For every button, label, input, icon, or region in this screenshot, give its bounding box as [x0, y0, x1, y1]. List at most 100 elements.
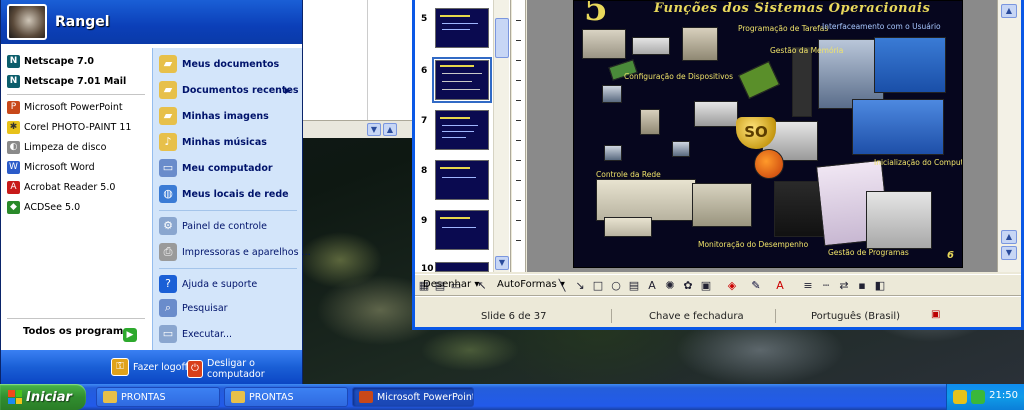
textbox-icon[interactable]: ▤: [627, 279, 641, 293]
status-language: Português (Brasil): [811, 311, 901, 322]
font-color-icon[interactable]: A: [773, 279, 787, 293]
place-my-pictures[interactable]: ▰ Minhas imagens: [159, 106, 269, 126]
avatar[interactable]: [7, 4, 47, 40]
arrow-icon[interactable]: ↘: [573, 279, 587, 293]
monitor-image: [602, 85, 622, 103]
start-item-powerpoint[interactable]: P Microsoft PowerPoint: [7, 98, 123, 116]
recent-documents-icon: ▰: [159, 81, 177, 99]
chevron-up-icon[interactable]: ▲: [1001, 230, 1017, 244]
computer-icon: ▭: [159, 159, 177, 177]
place-control-panel[interactable]: ⚙ Painel de controle: [159, 216, 267, 236]
picture-icon[interactable]: ▣: [699, 279, 713, 293]
3d-style-icon[interactable]: ◧: [873, 279, 887, 293]
network-computer-image: [672, 141, 690, 157]
place-my-documents[interactable]: ▰ Meus documentos: [159, 54, 279, 74]
spellcheck-icon[interactable]: ▣: [931, 309, 940, 320]
start-item-acrobat[interactable]: A Acrobat Reader 5.0: [7, 178, 115, 196]
start-label: Iniciar: [26, 389, 72, 405]
place-printers[interactable]: ⎙ Impressoras e aparelhos ...: [159, 242, 311, 262]
slide-vertical-scrollbar[interactable]: ▲ ▲ ▼: [997, 0, 1021, 272]
slide-thumbnail-8[interactable]: [435, 160, 489, 200]
chevron-down-icon[interactable]: ▼: [495, 256, 509, 270]
start-menu: Rangel N Netscape 7.0 N Netscape 7.01 Ma…: [0, 0, 311, 384]
scrollbar-thumb[interactable]: [495, 18, 509, 58]
slide-thumbnail-10[interactable]: [435, 262, 489, 272]
logoff-button[interactable]: ⚿ Fazer logoff: [111, 358, 188, 376]
computer-image: [682, 27, 718, 61]
all-programs-button[interactable]: Todos os programas: [23, 326, 136, 337]
slide-number: 8: [421, 166, 428, 176]
rectangle-icon[interactable]: □: [591, 279, 605, 293]
tape-image: [792, 47, 812, 117]
start-item-disk-cleanup[interactable]: ◐ Limpeza de disco: [7, 138, 106, 156]
draw-menu[interactable]: Desenhar ▾: [423, 279, 479, 290]
network-tray-icon[interactable]: [953, 390, 967, 404]
chevron-right-icon: ▶: [284, 85, 291, 95]
start-item-netscape-mail[interactable]: N Netscape 7.01 Mail: [7, 72, 126, 90]
slide[interactable]: 5 Funções dos Sistemas Operacionais SO P…: [573, 0, 963, 268]
start-menu-programs: N Netscape 7.0 N Netscape 7.01 Mail P Mi…: [1, 48, 151, 350]
taskbar-button-powerpoint[interactable]: Microsoft PowerPoint ...: [352, 387, 474, 407]
shadow-icon[interactable]: ▪: [855, 279, 869, 293]
window-bottom-bar: ▼ ▲: [301, 120, 413, 138]
place-recent-documents[interactable]: ▰ Documentos recentes ▶: [159, 80, 299, 100]
line-style-icon[interactable]: ≡: [801, 279, 815, 293]
chevron-down-icon[interactable]: ▼: [1001, 246, 1017, 260]
shutdown-button[interactable]: ⏻ Desligar o computador: [187, 358, 302, 380]
select-pointer-icon[interactable]: ↖: [475, 279, 489, 293]
security-tray-icon[interactable]: [971, 390, 985, 404]
slide-number: 5: [421, 14, 428, 24]
taskbar-button-prontas-2[interactable]: PRONTAS: [224, 387, 348, 407]
chevron-down-icon[interactable]: ▼: [367, 123, 381, 136]
dialog-window-image: [604, 217, 652, 237]
start-item-photopaint[interactable]: ✱ Corel PHOTO-PAINT 11: [7, 118, 131, 136]
line-icon[interactable]: ╲: [555, 279, 569, 293]
slide-thumbnail-5[interactable]: [435, 8, 489, 48]
line-color-icon[interactable]: ✎: [749, 279, 763, 293]
chevron-up-icon[interactable]: ▲: [1001, 4, 1017, 18]
place-run[interactable]: ▭ Executar...: [159, 324, 232, 344]
start-button[interactable]: Iniciar: [0, 384, 86, 410]
status-slide: Slide 6 de 37: [481, 311, 547, 322]
place-my-computer[interactable]: ▭ Meu computador: [159, 158, 273, 178]
slides-pane[interactable]: 5 6 7 8 9 10 ▼: [415, 0, 511, 274]
slide-thumbnail-9[interactable]: [435, 210, 489, 250]
powerpoint-window[interactable]: 5 6 7 8 9 10 ▼ 5 Funções dos Sistemas Op…: [412, 0, 1024, 330]
key-icon: ⚿: [111, 358, 129, 376]
start-item-word[interactable]: W Microsoft Word: [7, 158, 95, 176]
memory-chip-image: [738, 61, 780, 99]
drawing-toolbar: ▦ ▤ ▭ Desenhar ▾ ↖ AutoFormas ▾ ╲ ↘ □ ○ …: [415, 274, 1021, 296]
oval-icon[interactable]: ○: [609, 279, 623, 293]
folder-icon: [231, 391, 245, 403]
slide-thumbnail-6[interactable]: [432, 57, 492, 103]
slide-number: 7: [421, 116, 428, 126]
scanner-image: [632, 37, 670, 55]
chevron-double-up-icon[interactable]: ▲: [383, 123, 397, 136]
place-network[interactable]: ◍ Meus locais de rede: [159, 184, 289, 204]
start-item-acdsee[interactable]: ◆ ACDSee 5.0: [7, 198, 80, 216]
clipart-icon[interactable]: ✿: [681, 279, 695, 293]
slide-page-number: 6: [947, 250, 954, 261]
slides-pane-scrollbar[interactable]: ▼: [493, 0, 509, 272]
fill-color-icon[interactable]: ◈: [725, 279, 739, 293]
taskbar-button-prontas-1[interactable]: PRONTAS: [96, 387, 220, 407]
taskbar: Iniciar PRONTAS PRONTAS Microsoft PowerP…: [0, 384, 1024, 410]
slide-thumbnail-7[interactable]: [435, 110, 489, 150]
place-my-music[interactable]: ♪ Minhas músicas: [159, 132, 267, 152]
slide-canvas[interactable]: 5 Funções dos Sistemas Operacionais SO P…: [527, 0, 997, 272]
folder-icon: [103, 391, 117, 403]
background-window[interactable]: ▼ ▲: [300, 0, 413, 138]
network-icon: ◍: [159, 185, 177, 203]
place-search[interactable]: ⌕ Pesquisar: [159, 298, 228, 318]
wordart-icon[interactable]: A: [645, 279, 659, 293]
dash-style-icon[interactable]: ┄: [819, 279, 833, 293]
acrobat-icon: A: [7, 180, 20, 194]
arrow-style-icon[interactable]: ⇄: [837, 279, 851, 293]
status-bar: Slide 6 de 37 Chave e fechadura Portuguê…: [415, 296, 1021, 326]
diagram-icon[interactable]: ✺: [663, 279, 677, 293]
arrow-right-icon[interactable]: ▶: [123, 328, 137, 342]
control-panel-icon: ⚙: [159, 217, 177, 235]
photopaint-icon: ✱: [7, 120, 20, 134]
start-item-netscape[interactable]: N Netscape 7.0: [7, 52, 94, 70]
place-help[interactable]: ? Ajuda e suporte: [159, 274, 257, 294]
